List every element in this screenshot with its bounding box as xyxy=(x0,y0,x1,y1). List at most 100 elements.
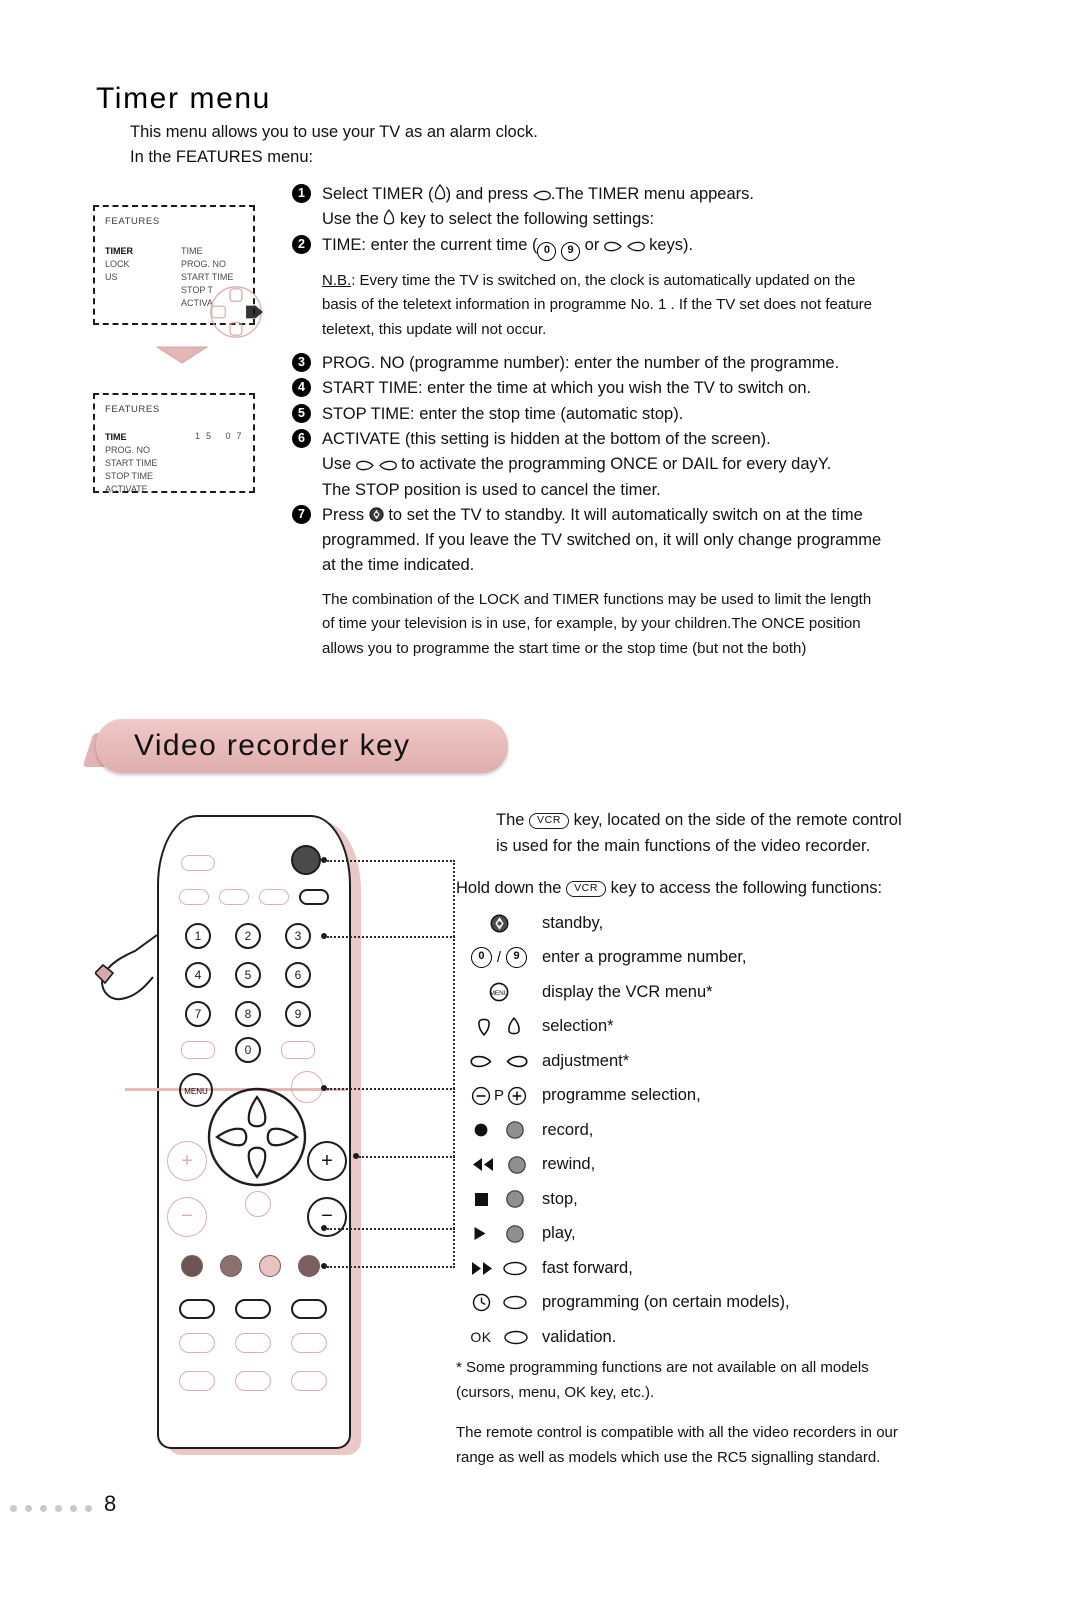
remote-programme-minus-key[interactable]: − xyxy=(307,1197,347,1237)
function-label: enter a programme number, xyxy=(542,948,747,967)
leader-line-progsel xyxy=(327,1228,455,1230)
step-6: 6 ACTIVATE (this setting is hidden at th… xyxy=(292,427,982,503)
remote-key-8[interactable]: 8 xyxy=(235,1001,261,1027)
remote-vcr-key[interactable] xyxy=(299,889,329,905)
remote-colour-key-green[interactable] xyxy=(220,1255,242,1277)
leader-line-standby xyxy=(327,860,455,862)
function-icons: P xyxy=(456,1086,542,1106)
remote-volume-plus-key[interactable]: + xyxy=(167,1141,207,1181)
remote-transport-key-8[interactable] xyxy=(235,1371,271,1391)
function-label: display the VCR menu* xyxy=(542,982,713,1001)
vcr-footnote: * Some programming functions are not ava… xyxy=(456,1356,976,1405)
function-icons xyxy=(456,1017,542,1037)
flow-arrow-down-icon xyxy=(155,346,209,364)
function-icons: OK xyxy=(456,1329,542,1345)
leader-line-menu xyxy=(327,1088,455,1090)
minus-circle-icon xyxy=(471,1086,491,1105)
function-row-programme-number: 0 / 9 enter a programme number, xyxy=(456,941,986,976)
footer-dot xyxy=(10,1505,17,1512)
step-2-text: TIME: enter the current time (0 9 or key… xyxy=(292,233,982,261)
remote-transport-key-4[interactable] xyxy=(179,1333,215,1353)
leader-line-transport xyxy=(327,1266,455,1268)
hand-sketch-icon xyxy=(95,934,158,1001)
remote-key-4[interactable]: 4 xyxy=(185,962,211,988)
function-icons xyxy=(456,1055,542,1068)
remote-cursor-pad-icon[interactable] xyxy=(205,1085,309,1189)
tv2-time-value: 15 07 xyxy=(195,431,248,441)
footnote-line-2: (cursors, menu, OK key, etc.). xyxy=(456,1383,655,1401)
remote-transport-key-1[interactable] xyxy=(179,1299,215,1319)
function-icons xyxy=(456,1155,542,1175)
step-1-sub-pre: Use the xyxy=(322,210,384,229)
vcr-paragraph-2: Hold down the VCR key to access the foll… xyxy=(456,876,986,902)
remote-volume-minus-key[interactable]: − xyxy=(167,1197,207,1237)
cursor-left-icon xyxy=(470,1055,492,1067)
remote-key-9[interactable]: 9 xyxy=(285,1001,311,1027)
remote-transport-key-6[interactable] xyxy=(291,1333,327,1353)
function-icons xyxy=(456,1224,542,1244)
vcr-p1-line2: is used for the main functions of the vi… xyxy=(496,836,871,855)
vcr-function-list: standby, 0 / 9 enter a programme number,… xyxy=(456,906,986,1355)
step-7: 7 Press to set the TV to standby. It wil… xyxy=(292,503,982,579)
function-label: validation. xyxy=(542,1327,617,1346)
function-label: adjustment* xyxy=(542,1051,630,1070)
remote-programme-plus-key[interactable]: + xyxy=(307,1141,347,1181)
remote-standby-key[interactable] xyxy=(291,845,321,875)
step-6-number: 6 xyxy=(292,428,311,448)
step-2-pre: TIME: enter the current time ( xyxy=(322,235,538,254)
timer-steps-list: 1 Select TIMER () and press .The TIMER m… xyxy=(292,182,982,662)
remote-transport-key-9[interactable] xyxy=(291,1371,327,1391)
remote-transport-key-5[interactable] xyxy=(235,1333,271,1353)
tv2-item-starttime: START TIME xyxy=(105,458,158,468)
remote-colour-key-yellow[interactable] xyxy=(259,1255,281,1277)
function-row-selection: selection* xyxy=(456,1010,986,1045)
remote-function-key-2[interactable] xyxy=(219,889,249,905)
function-icons xyxy=(456,914,542,933)
remote-transport-key-2[interactable] xyxy=(235,1299,271,1319)
remote-key-1[interactable]: 1 xyxy=(185,923,211,949)
remote-transport-key-3[interactable] xyxy=(291,1299,327,1319)
function-label: programming (on certain models), xyxy=(542,1293,790,1312)
step-6-text: ACTIVATE (this setting is hidden at the … xyxy=(322,429,771,448)
remote-key-7[interactable]: 7 xyxy=(185,1001,211,1027)
function-icons xyxy=(456,1293,542,1312)
tv2-items: TIME PROG. NO START TIME STOP TIME ACTIV… xyxy=(105,431,157,496)
step-2-number: 2 xyxy=(292,234,311,254)
tv2-title: FEATURES xyxy=(105,404,160,415)
step-7-text: Press to set the TV to standby. It will … xyxy=(292,503,982,528)
digit-9-icon: 9 xyxy=(561,241,581,261)
closing-line-1: The combination of the LOCK and TIMER fu… xyxy=(322,590,872,608)
remote-function-key-1[interactable] xyxy=(179,889,209,905)
function-row-fast-forward: fast forward, xyxy=(456,1251,986,1286)
standby-icon xyxy=(369,507,384,522)
up-down-cursor-icon xyxy=(384,209,395,225)
tv2-item-time: TIME xyxy=(105,432,127,442)
remote-colour-key-red[interactable] xyxy=(181,1255,203,1277)
step-1: 1 Select TIMER () and press .The TIMER m… xyxy=(292,182,982,233)
remote-mute-key[interactable] xyxy=(245,1191,271,1217)
nb-note: N.B.: Every time the TV is switched on, … xyxy=(292,269,982,343)
vcr-p2-post: key to access the following functions: xyxy=(606,879,883,897)
remote-transport-key-7[interactable] xyxy=(179,1371,215,1391)
remote-colour-key-blue[interactable] xyxy=(298,1255,320,1277)
remote-teletext-key[interactable] xyxy=(181,855,215,871)
remote-aux-key-left[interactable] xyxy=(181,1041,215,1059)
remote-key-2[interactable]: 2 xyxy=(235,923,261,949)
remote-aux-key-right[interactable] xyxy=(281,1041,315,1059)
remote-key-3[interactable]: 3 xyxy=(285,923,311,949)
vcr-paragraph-1: The VCR key, located on the side of the … xyxy=(496,808,986,859)
digit-9-icon: 9 xyxy=(506,947,528,969)
vcr-key-badge: VCR xyxy=(566,881,607,897)
remote-key-0[interactable]: 0 xyxy=(235,1037,261,1063)
remote-function-key-3[interactable] xyxy=(259,889,289,905)
step-5: 5 STOP TIME: enter the stop time (automa… xyxy=(292,402,982,427)
remote-key-5[interactable]: 5 xyxy=(235,962,261,988)
remote-key-6[interactable]: 6 xyxy=(285,962,311,988)
oval-key-icon xyxy=(502,1296,527,1310)
cursor-pad-sketch-icon xyxy=(210,286,263,338)
leader-line-cursor xyxy=(359,1156,455,1158)
remote-control-illustration: 1 2 3 4 5 6 7 8 9 0 MENU + + − − xyxy=(95,805,455,1465)
step-6-sub2: The STOP position is used to cancel the … xyxy=(322,480,661,499)
vcr-key-badge: VCR xyxy=(529,813,570,829)
step-1-post: .The TIMER menu appears. xyxy=(550,185,754,203)
